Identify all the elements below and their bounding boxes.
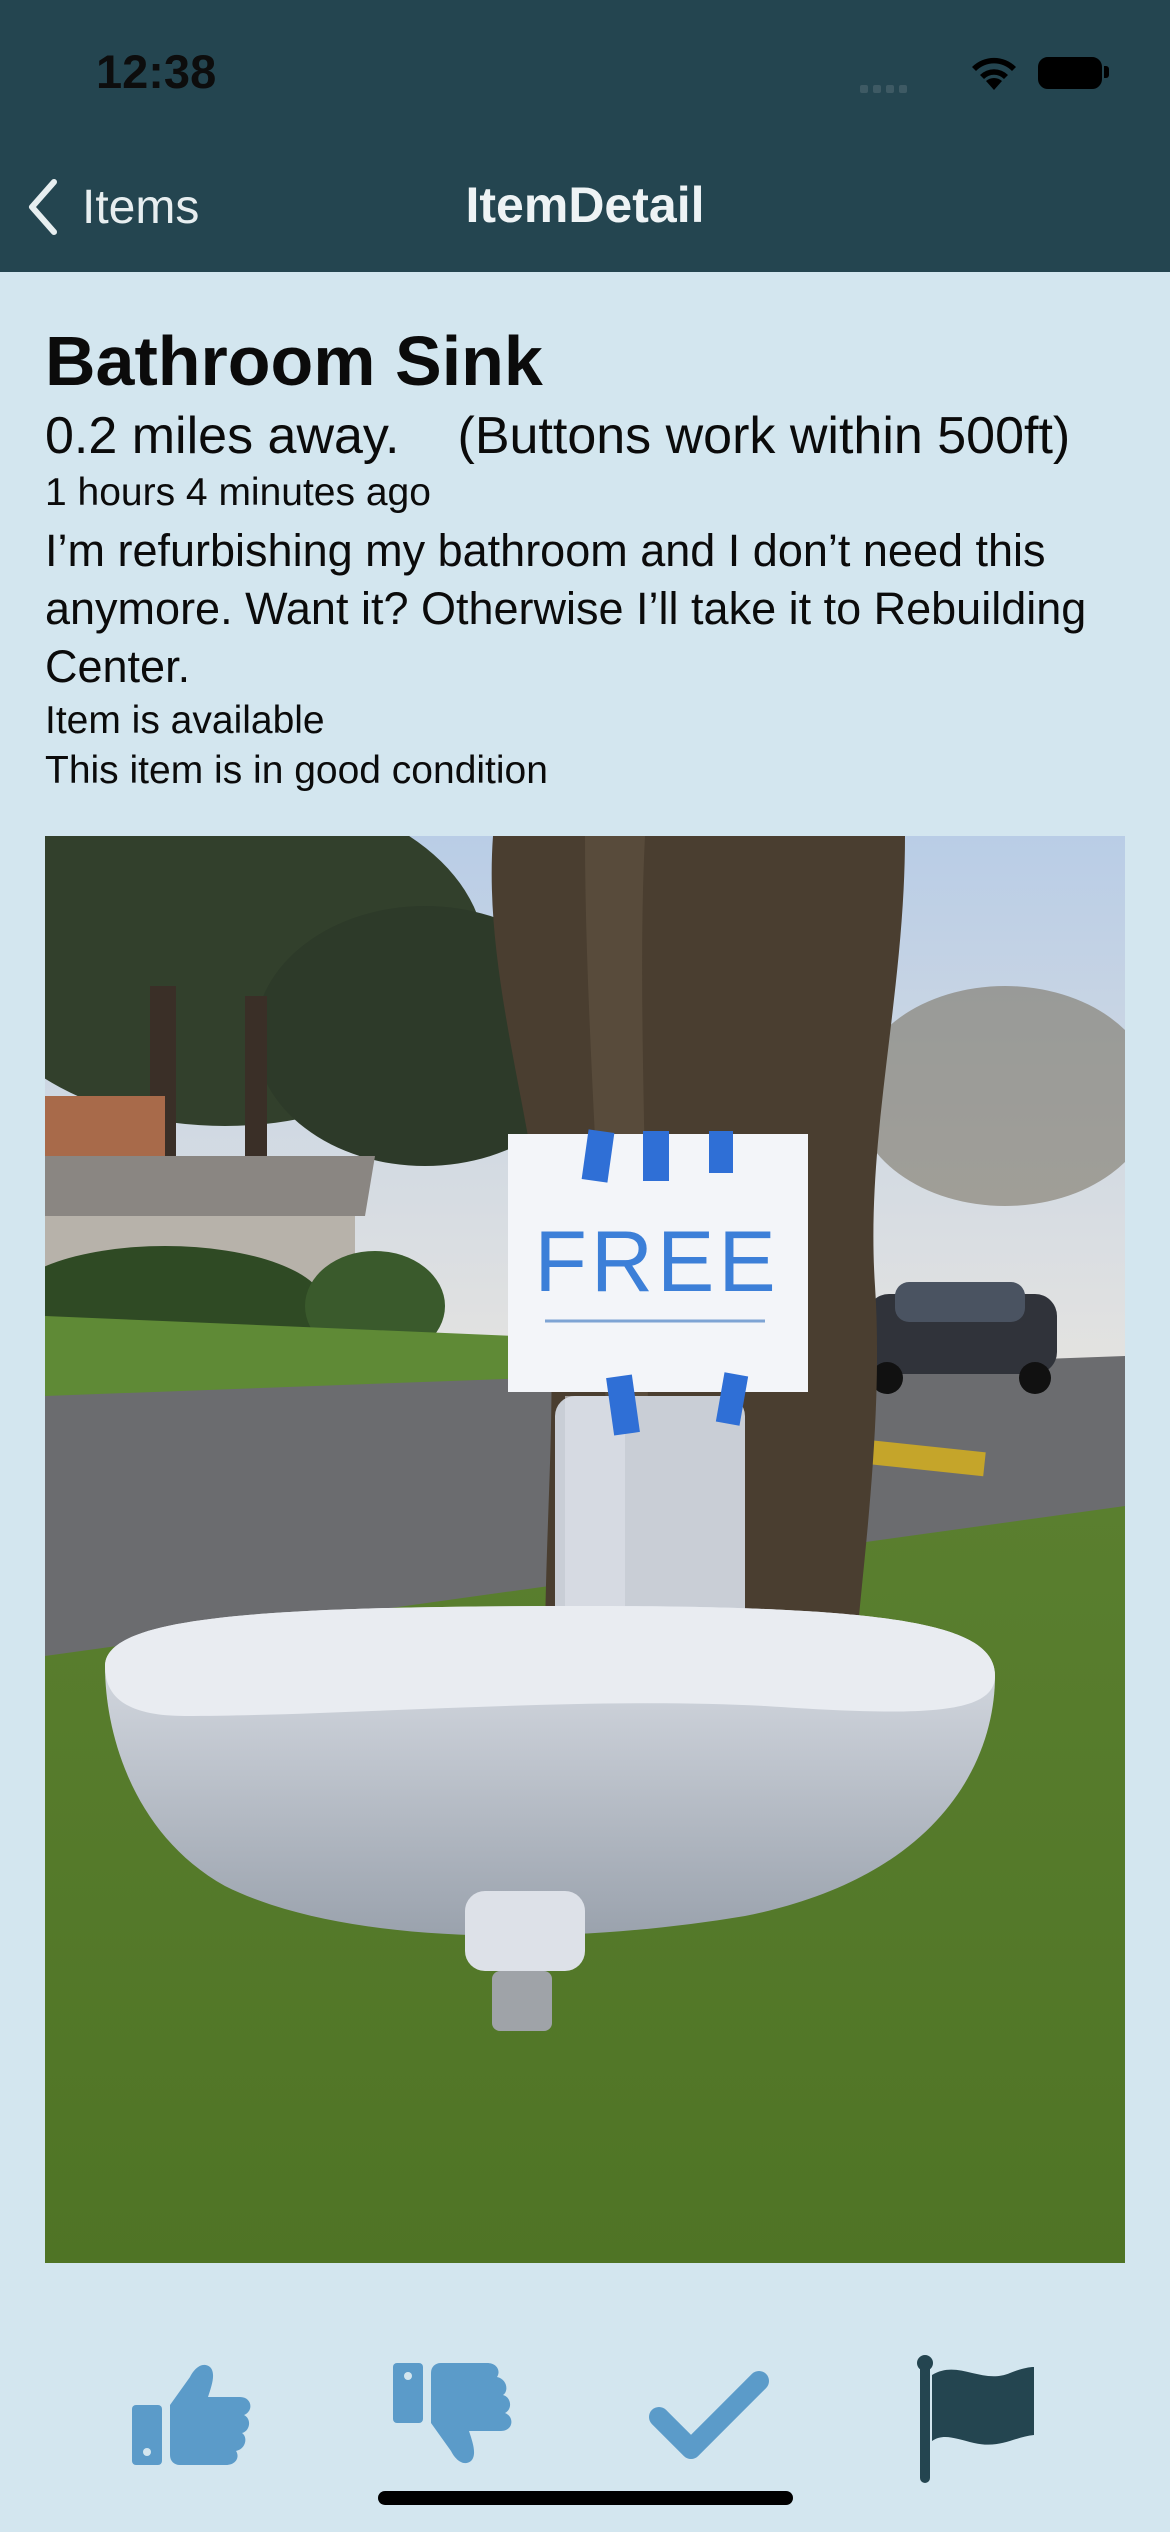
flag-icon <box>917 2355 1034 2483</box>
battery-icon <box>1038 57 1102 89</box>
photo-sign-text: FREE <box>534 1214 779 1310</box>
home-indicator[interactable] <box>378 2491 793 2505</box>
item-condition: This item is in good condition <box>45 749 548 792</box>
like-button[interactable] <box>124 2355 254 2475</box>
item-description: I’m refurbishing my bathroom and I don’t… <box>45 525 1087 692</box>
sink-photo-illustration: FREE <box>45 836 1125 2263</box>
item-details: Bathroom Sink 0.2 miles away. (Buttons w… <box>45 318 1125 796</box>
thumbs-up-icon <box>132 2364 251 2465</box>
availability-status: Item is available <box>45 699 325 742</box>
distance-row: 0.2 miles away. (Buttons work within 500… <box>45 404 1125 468</box>
item-photo: FREE <box>45 836 1125 2263</box>
status-icons <box>860 54 1110 94</box>
cellular-signal-icon <box>860 80 912 98</box>
item-title: Bathroom Sink <box>45 322 543 400</box>
action-bar <box>0 2355 1170 2483</box>
report-flag-button[interactable] <box>910 2355 1040 2483</box>
buttons-range-note: (Buttons work within 500ft) <box>457 407 1071 465</box>
dislike-button[interactable] <box>385 2355 515 2475</box>
thumbs-down-icon <box>393 2363 512 2464</box>
claim-button[interactable] <box>645 2355 775 2475</box>
item-distance: 0.2 miles away. <box>45 407 400 465</box>
navigation-header: 12:38 Items ItemDetail <box>0 0 1170 272</box>
page-title: ItemDetail <box>465 177 705 233</box>
battery-cap <box>1104 66 1109 78</box>
posted-time: 1 hours 4 minutes ago <box>45 471 431 514</box>
checkmark-icon <box>649 2371 769 2459</box>
wifi-icon <box>972 57 1016 90</box>
status-time: 12:38 <box>96 45 217 98</box>
